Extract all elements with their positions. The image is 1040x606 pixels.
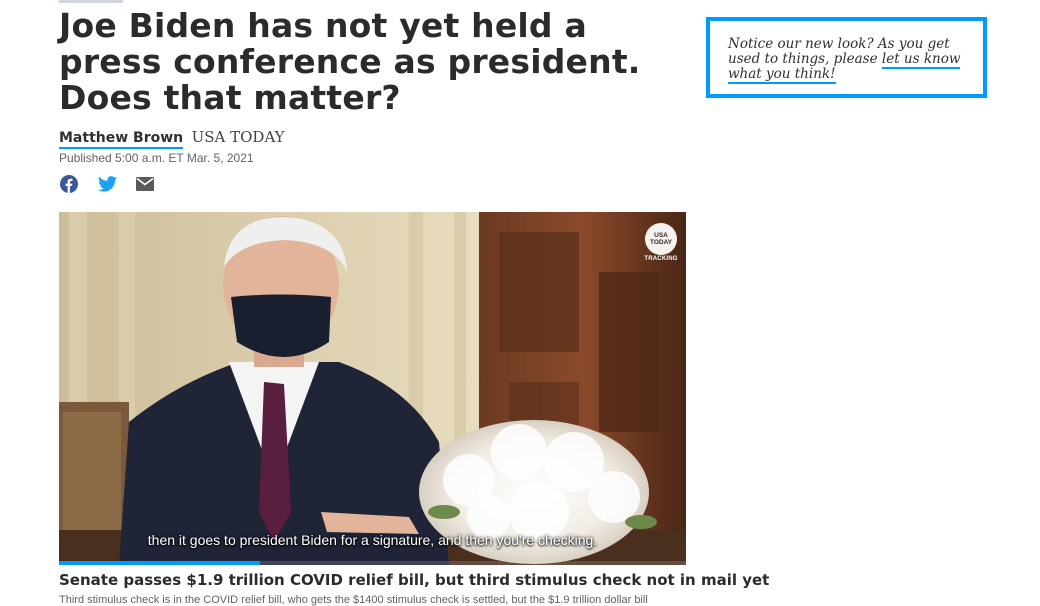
facebook-icon[interactable] xyxy=(60,175,78,193)
top-accent-bar xyxy=(59,0,123,3)
video-progress-bar[interactable] xyxy=(59,561,260,565)
video-caption: then it goes to president Biden for a si… xyxy=(147,532,598,548)
video-description: Third stimulus check is in the COVID rel… xyxy=(59,594,648,606)
outlet-name: USA TODAY xyxy=(191,128,285,146)
video-title[interactable]: Senate passes $1.9 trillion COVID relief… xyxy=(59,571,769,589)
feedback-notice: Notice our new look? As you get used to … xyxy=(706,17,987,98)
article-headline: Joe Biden has not yet held a press confe… xyxy=(59,6,641,117)
logo-line-1: USA xyxy=(654,232,668,239)
byline: Matthew Brown USA TODAY xyxy=(59,128,285,149)
published-date: Published 5:00 a.m. ET Mar. 5, 2021 xyxy=(59,151,254,165)
video-player[interactable]: USA TODAY TRACKING then it goes to presid… xyxy=(59,212,686,565)
logo-subtitle: TRACKING xyxy=(644,256,678,262)
email-icon[interactable] xyxy=(136,177,154,195)
twitter-icon[interactable] xyxy=(98,175,117,193)
logo-line-2: TODAY xyxy=(649,239,673,246)
author-link[interactable]: Matthew Brown xyxy=(59,130,184,149)
video-frame-image xyxy=(59,212,686,565)
usa-today-logo: USA TODAY xyxy=(645,223,677,255)
